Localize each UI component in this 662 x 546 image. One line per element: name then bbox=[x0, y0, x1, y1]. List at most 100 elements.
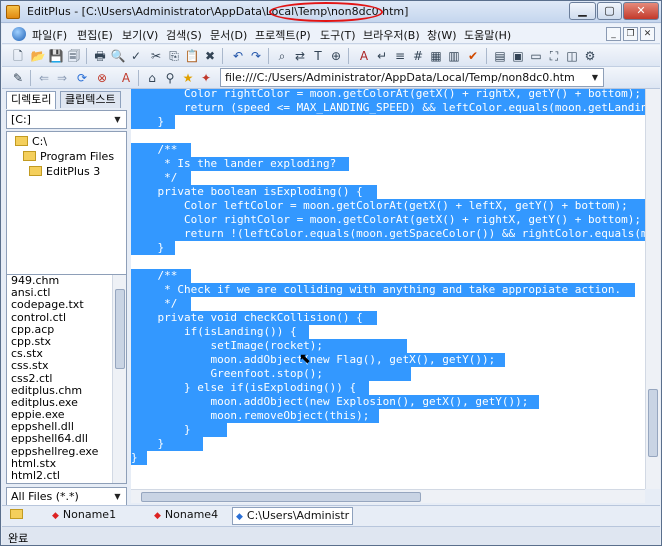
print-preview-icon[interactable]: 🔍 bbox=[110, 48, 126, 64]
file-filter-select[interactable]: All Files (*.*) ▼ bbox=[6, 487, 127, 506]
favorites-icon[interactable]: ★ bbox=[180, 70, 196, 86]
directory-window-icon[interactable]: ▤ bbox=[492, 48, 508, 64]
list-item[interactable]: html2.ctl bbox=[7, 470, 126, 482]
menu-search[interactable]: 검색(S) bbox=[166, 27, 202, 43]
file-filter-value: All Files (*.*) bbox=[11, 490, 79, 503]
hex-icon[interactable]: ▦ bbox=[428, 48, 444, 64]
menu-file[interactable]: 파일(F) bbox=[32, 27, 67, 43]
list-item[interactable]: editplus.chm bbox=[7, 385, 126, 397]
code-editor[interactable]: Color rightColor = moon.getColorAt(getX(… bbox=[131, 89, 645, 489]
stop-icon[interactable]: ⊗ bbox=[94, 70, 110, 86]
new-file-icon[interactable]: 🗋 bbox=[10, 48, 26, 64]
print-icon[interactable]: 🖶 bbox=[92, 48, 108, 64]
list-item[interactable]: codepage.txt bbox=[7, 299, 126, 311]
list-item[interactable]: editplus.exe bbox=[7, 397, 126, 409]
find-in-files-icon[interactable]: T bbox=[310, 48, 326, 64]
list-item[interactable]: eppie.exe bbox=[7, 409, 126, 421]
url-field[interactable]: file:///C:/Users/Administrator/AppData/L… bbox=[220, 68, 604, 87]
menu-browser[interactable]: 브라우저(B) bbox=[363, 27, 420, 43]
list-item[interactable]: control.ctl bbox=[7, 312, 126, 324]
menu-document[interactable]: 문서(D) bbox=[210, 27, 247, 43]
delete-icon[interactable]: ✖ bbox=[202, 48, 218, 64]
folder-item[interactable]: C:\ bbox=[15, 135, 47, 149]
find-icon[interactable]: ⌕ bbox=[274, 48, 290, 64]
editor-vertical-scrollbar[interactable] bbox=[645, 89, 660, 489]
doc-restore-button[interactable]: ❐ bbox=[623, 27, 638, 41]
tab-current-file[interactable]: ◆ C:\Users\Administr bbox=[232, 507, 354, 525]
replace-icon[interactable]: ⇄ bbox=[292, 48, 308, 64]
spell-check-icon[interactable]: ✓ bbox=[128, 48, 144, 64]
browser-icon[interactable]: ◫ bbox=[564, 48, 580, 64]
home-icon[interactable]: ⌂ bbox=[144, 70, 160, 86]
view-source-icon[interactable]: A bbox=[118, 70, 134, 86]
doc-close-button[interactable]: ✕ bbox=[640, 27, 655, 41]
undo-icon[interactable]: ↶ bbox=[230, 48, 246, 64]
close-button[interactable]: ✕ bbox=[623, 2, 659, 20]
maximize-button[interactable]: ▢ bbox=[597, 2, 622, 20]
menu-tools[interactable]: 도구(T) bbox=[320, 27, 356, 43]
back-icon[interactable]: ⇐ bbox=[36, 70, 52, 86]
save-icon[interactable]: 💾 bbox=[48, 48, 64, 64]
folder-item-selected[interactable]: EditPlus 3 bbox=[29, 165, 100, 179]
preferences-icon[interactable]: ⚙ bbox=[582, 48, 598, 64]
cliptext-window-icon[interactable]: ▣ bbox=[510, 48, 526, 64]
list-item[interactable]: ansi.ctl bbox=[7, 287, 126, 299]
list-item[interactable]: css.stx bbox=[7, 360, 126, 372]
list-item[interactable]: eppshellreg.exe bbox=[7, 446, 126, 458]
url-dropdown-arrow-icon[interactable]: ▼ bbox=[587, 69, 603, 86]
refresh-icon[interactable]: ⟳ bbox=[74, 70, 90, 86]
tab-directory[interactable]: 디렉토리 bbox=[6, 91, 57, 109]
drive-dropdown-arrow-icon[interactable]: ▼ bbox=[110, 112, 125, 127]
tab-cliptext[interactable]: 클립텍스트 bbox=[60, 91, 121, 108]
folder-item[interactable]: Program Files bbox=[23, 150, 114, 164]
list-item[interactable]: css2.ctl bbox=[7, 373, 126, 385]
editor-horizontal-scrollbar[interactable] bbox=[131, 489, 645, 503]
paste-icon[interactable]: 📋 bbox=[184, 48, 200, 64]
list-item[interactable]: eppshell.dll bbox=[7, 421, 126, 433]
editor-scroll-thumb[interactable] bbox=[648, 389, 658, 457]
list-item[interactable]: cpp.acp bbox=[7, 324, 126, 336]
menu-project[interactable]: 프로젝트(P) bbox=[255, 27, 311, 43]
save-all-icon[interactable]: 🗐 bbox=[66, 48, 82, 64]
ruler-icon[interactable]: ≡ bbox=[392, 48, 408, 64]
file-list-scroll-thumb[interactable] bbox=[115, 289, 125, 369]
filter-dropdown-arrow-icon[interactable]: ▼ bbox=[110, 489, 125, 504]
redo-icon[interactable]: ↷ bbox=[248, 48, 264, 64]
menu-view[interactable]: 보기(V) bbox=[122, 27, 158, 43]
drive-value: [C:] bbox=[11, 113, 31, 126]
check-icon[interactable]: ✔ bbox=[465, 48, 481, 64]
list-item[interactable]: 949.chm bbox=[7, 275, 126, 287]
editor-hscroll-thumb[interactable] bbox=[141, 492, 421, 502]
word-wrap-icon[interactable]: ↵ bbox=[374, 48, 390, 64]
goto-icon[interactable]: ⊕ bbox=[328, 48, 344, 64]
status-text: 완료 bbox=[8, 532, 29, 545]
menu-edit[interactable]: 편집(E) bbox=[77, 27, 113, 43]
menu-help[interactable]: 도움말(H) bbox=[464, 27, 511, 43]
fullscreen-icon[interactable]: ⛶ bbox=[546, 48, 562, 64]
output-window-icon[interactable]: ▭ bbox=[528, 48, 544, 64]
document-system-menu-icon[interactable] bbox=[12, 27, 26, 41]
list-item[interactable]: cs.stx bbox=[7, 348, 126, 360]
forward-icon[interactable]: ⇒ bbox=[54, 70, 70, 86]
menu-window[interactable]: 창(W) bbox=[427, 27, 457, 43]
doc-minimize-button[interactable]: _ bbox=[606, 27, 621, 41]
code-line: Color rightColor = moon.getColorAt(getX(… bbox=[131, 213, 641, 226]
file-list-scrollbar[interactable] bbox=[112, 275, 126, 483]
drive-select[interactable]: [C:] ▼ bbox=[6, 110, 127, 129]
tab-noname4[interactable]: ◆ Noname4 bbox=[154, 507, 218, 525]
column-select-icon[interactable]: ▥ bbox=[446, 48, 462, 64]
copy-icon[interactable]: ⎘ bbox=[166, 48, 182, 64]
list-item[interactable]: eppshell64.dll bbox=[7, 433, 126, 445]
folder-icon bbox=[15, 136, 28, 146]
cut-icon[interactable]: ✂ bbox=[148, 48, 164, 64]
list-item[interactable]: html.stx bbox=[7, 458, 126, 470]
tab-noname1[interactable]: ◆ Noname1 bbox=[52, 507, 116, 525]
edit-mode-pencil-icon[interactable]: ✎ bbox=[10, 70, 26, 86]
font-icon[interactable]: A bbox=[356, 48, 372, 64]
search-web-icon[interactable]: ⚲ bbox=[162, 70, 178, 86]
list-item[interactable]: cpp.stx bbox=[7, 336, 126, 348]
open-file-icon[interactable]: 📂 bbox=[30, 48, 46, 64]
minimize-button[interactable]: ▁ bbox=[569, 2, 596, 20]
line-number-icon[interactable]: # bbox=[410, 48, 426, 64]
html-toolbar-icon[interactable]: ✦ bbox=[198, 70, 214, 86]
